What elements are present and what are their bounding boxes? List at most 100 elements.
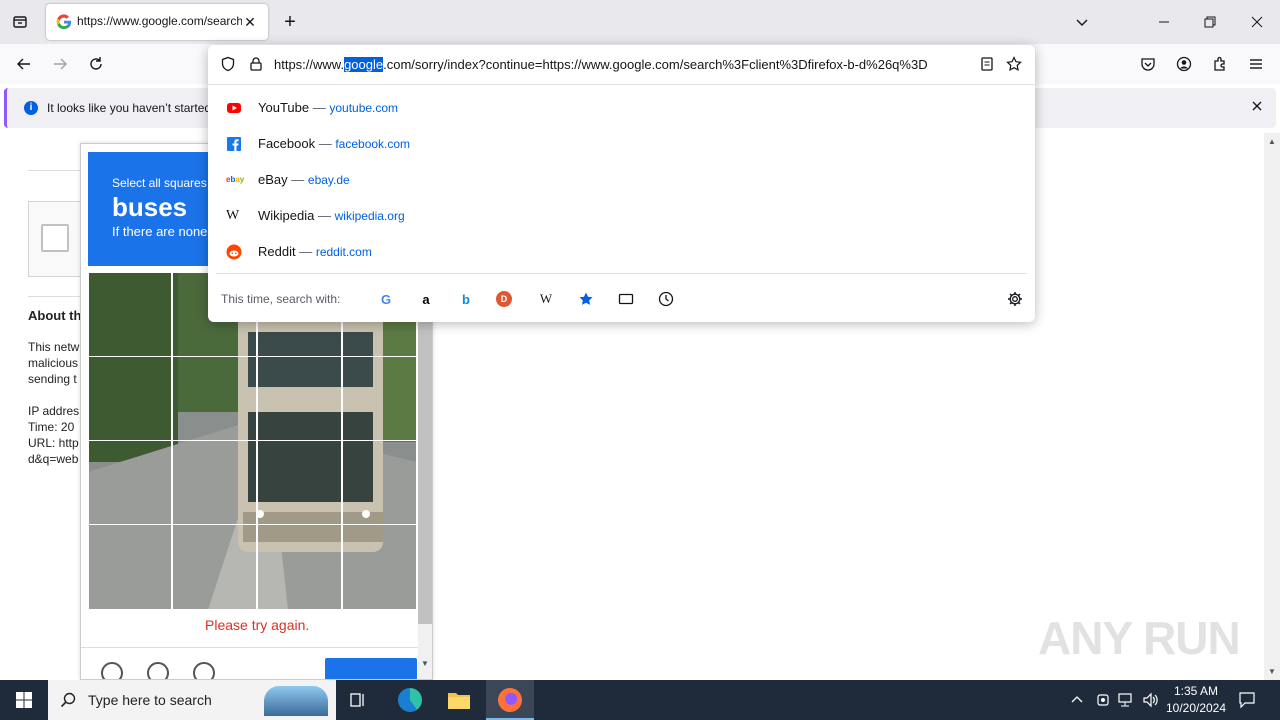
- grid-tile[interactable]: [257, 440, 342, 525]
- notification-center-icon[interactable]: [1238, 691, 1256, 712]
- scroll-down-icon[interactable]: ▼: [1268, 667, 1276, 676]
- tray-chevron-icon[interactable]: [1070, 693, 1084, 710]
- scroll-down-icon[interactable]: ▼: [421, 659, 429, 668]
- forward-arrow-icon[interactable]: [46, 50, 74, 78]
- suggestion-title: Reddit: [258, 244, 296, 259]
- suggestion-title: Facebook: [258, 136, 316, 151]
- suggestion-separator: —: [317, 208, 331, 223]
- edge-icon[interactable]: [398, 688, 422, 712]
- taskbar-search-box[interactable]: Type here to search: [48, 680, 336, 720]
- challenge-hint: If there are none: [112, 224, 208, 239]
- clock-date: 10/20/2024: [1165, 701, 1227, 715]
- challenge-instruction: Select all squares: [112, 176, 207, 190]
- suggestion-reddit[interactable]: Reddit — reddit.com: [208, 234, 1035, 270]
- url-text[interactable]: https://www.google.com/sorry/index?conti…: [274, 57, 974, 72]
- search-icon: [60, 692, 76, 711]
- reload-icon[interactable]: [82, 50, 110, 78]
- grid-tile[interactable]: [257, 524, 342, 610]
- time-line: Time: 20: [28, 420, 75, 434]
- grid-tile[interactable]: [88, 440, 172, 525]
- suggestion-separator: —: [299, 244, 313, 259]
- restore-icon[interactable]: [1196, 8, 1224, 36]
- grid-tile[interactable]: [172, 356, 257, 441]
- volume-icon[interactable]: [1142, 692, 1160, 711]
- suggestion-title: YouTube: [258, 100, 310, 115]
- suggestion-facebook[interactable]: Facebook — facebook.com: [208, 126, 1035, 162]
- audio-challenge-icon[interactable]: [147, 662, 169, 679]
- wikipedia-engine-icon[interactable]: W: [536, 289, 556, 309]
- pocket-icon[interactable]: [1134, 50, 1162, 78]
- divider: [81, 647, 418, 648]
- body-line: This netw: [28, 340, 80, 354]
- grid-tile[interactable]: [172, 524, 257, 610]
- grid-tile[interactable]: [342, 524, 417, 610]
- grid-tile[interactable]: [342, 440, 417, 525]
- firefox-icon: [498, 688, 522, 712]
- shield-icon[interactable]: [220, 56, 236, 75]
- grid-tile[interactable]: [88, 356, 172, 441]
- extensions-icon[interactable]: [1206, 50, 1234, 78]
- grid-tile[interactable]: [88, 272, 172, 357]
- watermark: ANY RUN: [1038, 612, 1241, 664]
- tab-overview-icon[interactable]: [6, 8, 34, 36]
- query-line: d&q=web: [28, 452, 79, 466]
- challenge-image-grid: [88, 272, 417, 610]
- account-icon[interactable]: [1170, 50, 1198, 78]
- divider: [28, 296, 82, 297]
- scroll-up-icon[interactable]: ▲: [1268, 137, 1276, 146]
- google-engine-icon[interactable]: G: [376, 289, 396, 309]
- history-engine-icon[interactable]: [656, 289, 676, 309]
- duckduckgo-engine-icon[interactable]: D: [496, 291, 512, 307]
- network-icon[interactable]: [1118, 692, 1136, 711]
- verify-button[interactable]: [325, 658, 417, 679]
- menu-icon[interactable]: [1242, 50, 1270, 78]
- search-settings-gear-icon[interactable]: [1005, 289, 1025, 309]
- url-bar[interactable]: https://www.google.com/sorry/index?conti…: [208, 45, 1035, 85]
- minimize-icon[interactable]: [1150, 8, 1178, 36]
- bookmarks-engine-icon[interactable]: [576, 289, 596, 309]
- tab-title: https://www.google.com/search: [77, 14, 242, 28]
- tab-list-chevron-icon[interactable]: [1068, 8, 1096, 36]
- bing-engine-icon[interactable]: b: [456, 289, 476, 309]
- tabs-engine-icon[interactable]: [616, 289, 636, 309]
- suggestion-url: wikipedia.org: [334, 209, 405, 223]
- suggestion-youtube[interactable]: YouTube — youtube.com: [208, 90, 1035, 126]
- suggestion-ebay[interactable]: ebay eBay — ebay.de: [208, 162, 1035, 198]
- bookmark-star-icon[interactable]: [1006, 56, 1022, 75]
- taskbar-firefox-active[interactable]: [486, 680, 534, 720]
- task-view-icon[interactable]: [348, 690, 368, 710]
- file-explorer-icon[interactable]: [447, 690, 471, 710]
- start-button[interactable]: [0, 680, 48, 720]
- grid-tile[interactable]: [342, 356, 417, 441]
- body-line: sending t: [28, 372, 77, 386]
- url-line: URL: http: [28, 436, 79, 450]
- suggestion-separator: —: [318, 136, 332, 151]
- grid-tile[interactable]: [88, 524, 172, 610]
- windows-icon: [16, 692, 32, 708]
- grid-tile[interactable]: [257, 356, 342, 441]
- about-heading: About th: [28, 308, 82, 323]
- page-scrollbar[interactable]: ▲ ▼: [1264, 133, 1280, 680]
- grid-tile[interactable]: [172, 440, 257, 525]
- taskbar: Type here to search 1:35 AM 10/20/2024: [0, 680, 1280, 720]
- back-arrow-icon[interactable]: [10, 50, 38, 78]
- close-tab-icon[interactable]: ✕: [240, 12, 260, 32]
- close-notification-icon[interactable]: [1251, 100, 1265, 114]
- amazon-engine-icon[interactable]: a: [416, 289, 436, 309]
- clock[interactable]: 1:35 AM 10/20/2024: [1164, 683, 1228, 717]
- suggestion-wikipedia[interactable]: W Wikipedia — wikipedia.org: [208, 198, 1035, 234]
- tab-google[interactable]: https://www.google.com/search ✕: [46, 4, 268, 40]
- lock-icon[interactable]: [248, 56, 264, 75]
- suggestion-title: Wikipedia: [258, 208, 315, 223]
- suggestion-separator: —: [312, 100, 326, 115]
- close-window-icon[interactable]: [1243, 8, 1271, 36]
- reload-challenge-icon[interactable]: [101, 662, 123, 679]
- suggestion-url: reddit.com: [315, 245, 372, 259]
- url-prefix: https://www.: [274, 57, 345, 72]
- help-icon[interactable]: [193, 662, 215, 679]
- reader-view-icon[interactable]: [979, 56, 995, 75]
- suggestion-url: facebook.com: [335, 137, 411, 151]
- recaptcha-checkbox[interactable]: [41, 224, 69, 252]
- meet-now-icon[interactable]: [1096, 692, 1110, 711]
- new-tab-button[interactable]: +: [276, 8, 304, 36]
